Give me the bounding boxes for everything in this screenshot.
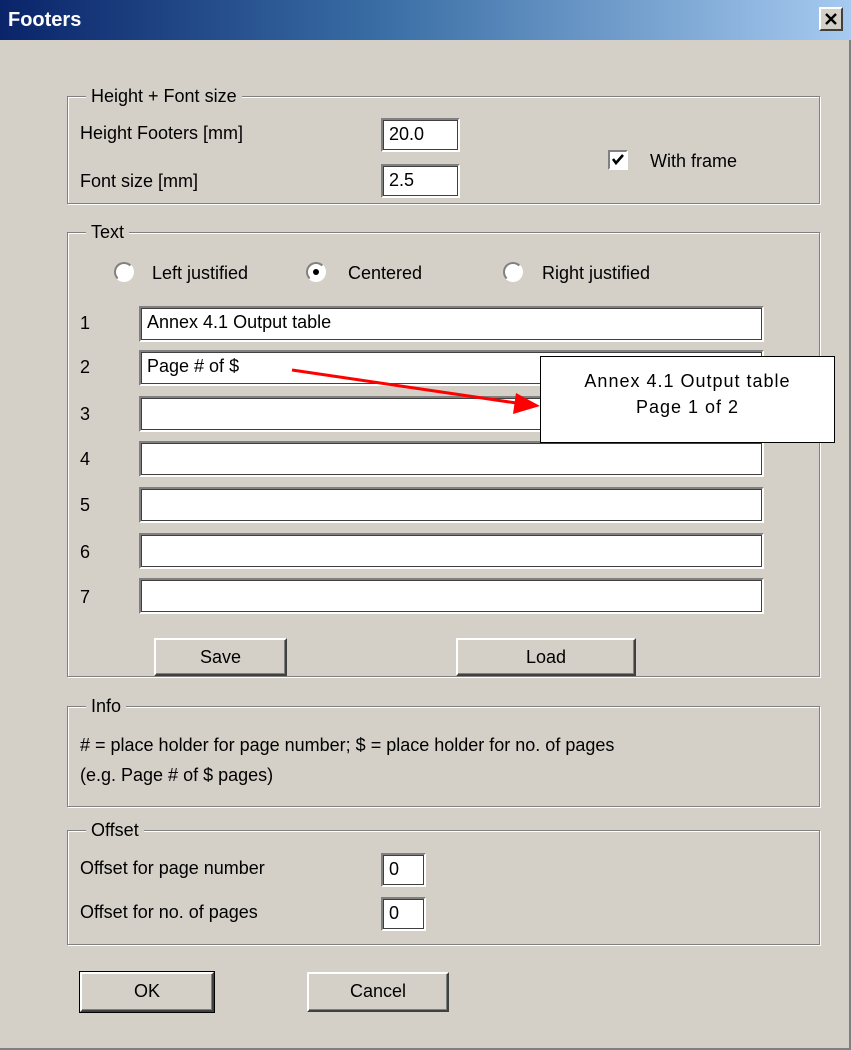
height-font-legend: Height + Font size — [86, 84, 242, 108]
with-frame-label: With frame — [650, 151, 738, 171]
radio-selected-dot — [313, 269, 319, 275]
line-number-label: 7 — [80, 587, 91, 607]
with-frame-checkbox[interactable] — [608, 150, 628, 170]
check-mark-icon — [611, 154, 624, 166]
footer-line-1-input[interactable]: Annex 4.1 Output table — [139, 306, 764, 342]
left-justified-label: Left justified — [152, 263, 249, 283]
text-legend: Text — [86, 220, 130, 244]
offset-legend: Offset — [86, 818, 144, 842]
callout-line-1: Annex 4.1 Output table — [584, 371, 791, 391]
offset-page-number-input[interactable]: 0 — [381, 853, 426, 887]
line-number-label: 4 — [80, 449, 91, 469]
preview-callout: Annex 4.1 Output table Page 1 of 2 — [540, 356, 835, 443]
info-line-1: # = place holder for page number; $ = pl… — [80, 735, 615, 755]
footer-line-4-input[interactable] — [139, 441, 764, 477]
font-size-input[interactable]: 2.5 — [381, 164, 460, 198]
footer-line-5-input[interactable] — [139, 487, 764, 523]
ok-button[interactable]: OK — [79, 971, 215, 1013]
line-number-label: 3 — [80, 404, 91, 424]
height-footers-input[interactable]: 20.0 — [381, 118, 460, 152]
offset-pages-input[interactable]: 0 — [381, 897, 426, 931]
font-size-label: Font size [mm] — [80, 171, 199, 191]
info-group: Info — [67, 694, 820, 807]
height-footers-label: Height Footers [mm] — [80, 123, 244, 143]
centered-label: Centered — [348, 263, 423, 283]
footer-line-7-input[interactable] — [139, 578, 764, 614]
footer-line-6-input[interactable] — [139, 533, 764, 569]
save-button[interactable]: Save — [154, 638, 287, 676]
line-number-label: 2 — [80, 357, 91, 377]
footers-dialog: Footers Height + Font size Height Footer… — [0, 0, 851, 1050]
left-justified-radio[interactable] — [114, 262, 134, 282]
right-justified-label: Right justified — [542, 263, 651, 283]
offset-pages-label: Offset for no. of pages — [80, 902, 258, 922]
line-number-label: 1 — [80, 313, 91, 333]
dialog-title: Footers — [8, 9, 82, 31]
line-number-label: 6 — [80, 542, 91, 562]
title-bar[interactable]: Footers — [0, 0, 851, 40]
offset-page-number-label: Offset for page number — [80, 858, 265, 878]
close-button[interactable] — [819, 7, 843, 31]
callout-line-2: Page 1 of 2 — [635, 397, 740, 417]
line-number-label: 5 — [80, 495, 91, 515]
right-justified-radio[interactable] — [503, 262, 523, 282]
load-button[interactable]: Load — [456, 638, 636, 676]
centered-radio[interactable] — [306, 262, 326, 282]
close-icon — [825, 13, 837, 25]
info-line-2: (e.g. Page # of $ pages) — [80, 765, 274, 785]
info-legend: Info — [86, 694, 127, 718]
cancel-button[interactable]: Cancel — [307, 972, 449, 1012]
offset-group: Offset — [67, 818, 820, 945]
